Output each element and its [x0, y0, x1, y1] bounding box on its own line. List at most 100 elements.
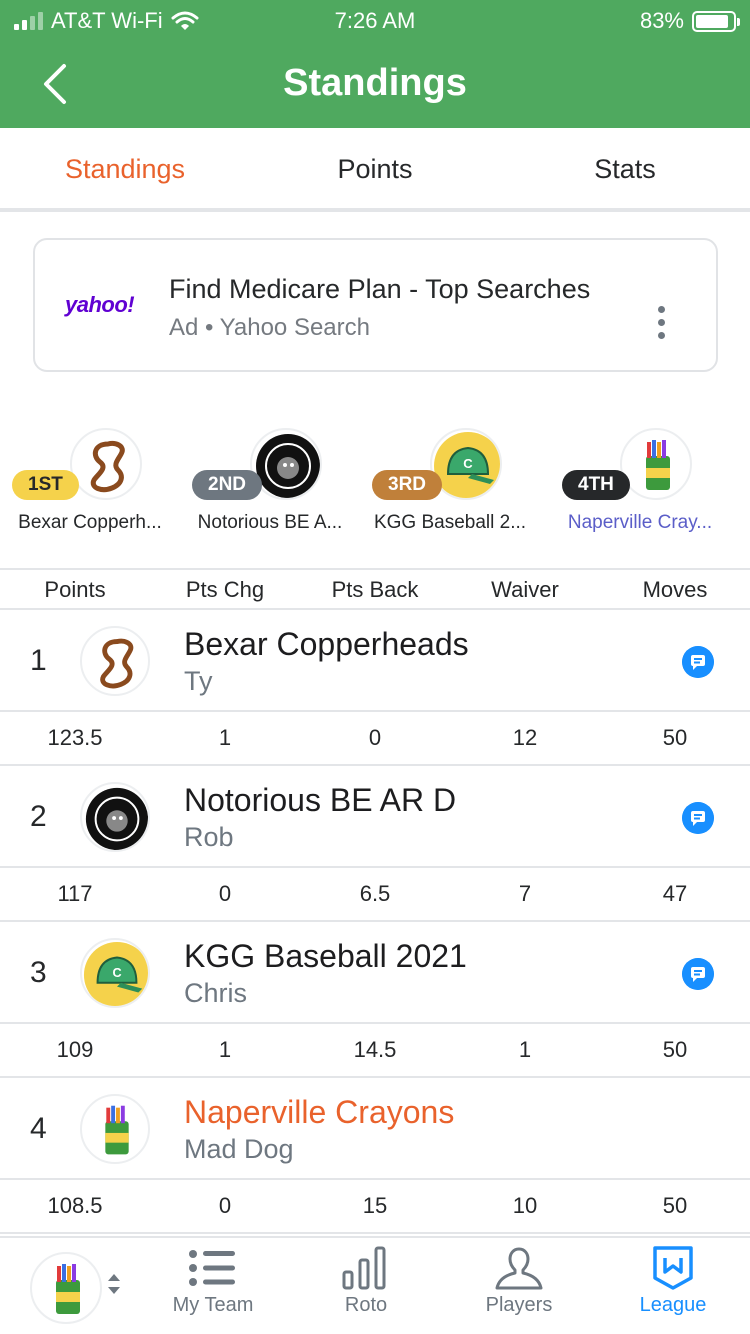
- team-cell[interactable]: 3 C KGG Baseball 2021 Chris: [0, 922, 750, 1024]
- svg-text:C: C: [463, 456, 473, 471]
- rank-badge: 2ND: [192, 470, 263, 500]
- stat-waiver: 12: [512, 725, 538, 750]
- chat-icon[interactable]: [682, 802, 714, 834]
- stat-moves: 50: [662, 1193, 688, 1218]
- column-header[interactable]: Pts Chg: [150, 570, 300, 608]
- podium-team-name: Bexar Copperh...: [18, 512, 162, 533]
- tab-standings[interactable]: Standings: [0, 128, 250, 208]
- stat-moves: 50: [662, 1037, 688, 1062]
- stat-pts-chg: 0: [218, 1193, 232, 1218]
- team-name: Bexar Copperheads: [184, 626, 469, 662]
- team-name: Naperville Crayons: [184, 1094, 455, 1130]
- podium-team-name: KGG Baseball 2...: [373, 512, 527, 533]
- owner-name: Mad Dog: [184, 1134, 294, 1164]
- podium-item[interactable]: 2ND Notorious BE A...: [180, 420, 360, 544]
- stat-points: 123.5: [47, 725, 103, 750]
- team-stats: 117 0 6.5 7 47: [0, 868, 750, 922]
- rank-number: 3: [30, 956, 47, 989]
- team-cell[interactable]: 2 Notorious BE AR D Rob: [0, 766, 750, 868]
- more-options-icon[interactable]: [658, 306, 666, 340]
- standings-row: 1 Bexar Copperheads Ty 123.5 1 0 12 50: [0, 610, 750, 766]
- nav-roto[interactable]: Roto: [301, 1246, 431, 1334]
- stat-moves: 50: [662, 725, 688, 750]
- top-four-podium: 1ST Bexar Copperh... 2ND Notorious BE A.…: [0, 420, 750, 544]
- team-name: KGG Baseball 2021: [184, 938, 467, 974]
- stat-pts-back: 6.5: [359, 881, 391, 906]
- status-bar: AT&T Wi-Fi 7:26 AM 83%: [0, 0, 750, 42]
- sponsored-ad[interactable]: yahoo! Find Medicare Plan - Top Searches…: [33, 238, 718, 372]
- nav-label: My Team: [172, 1294, 254, 1316]
- stat-pts-back: 14.5: [353, 1037, 397, 1062]
- chat-icon[interactable]: [682, 646, 714, 678]
- standings-row: 3 C KGG Baseball 2021 Chris 109 1 14.5 1…: [0, 922, 750, 1078]
- owner-name: Rob: [184, 822, 234, 852]
- rank-number: 4: [30, 1112, 47, 1145]
- ad-subtitle: Ad • Yahoo Search: [169, 314, 370, 341]
- team-stats: 109 1 14.5 1 50: [0, 1024, 750, 1078]
- rank-badge: 3RD: [372, 470, 443, 500]
- app-header: AT&T Wi-Fi 7:26 AM 83% Standings: [0, 0, 750, 128]
- stat-pts-chg: 1: [218, 725, 232, 750]
- standings-row: 4 Naperville Crayons Mad Dog 108.5 0 15 …: [0, 1078, 750, 1234]
- team-name: Notorious BE AR D: [184, 782, 457, 818]
- podium-item[interactable]: 4TH Naperville Cray...: [550, 420, 730, 544]
- column-header[interactable]: Moves: [600, 570, 750, 608]
- snake-logo-icon: [80, 626, 150, 696]
- column-header[interactable]: Pts Back: [300, 570, 450, 608]
- sort-arrows-icon[interactable]: [106, 1272, 122, 1296]
- stat-waiver: 1: [518, 1037, 532, 1062]
- ad-title: Find Medicare Plan - Top Searches: [169, 274, 591, 304]
- rank-number: 1: [30, 644, 47, 677]
- page-title: Standings: [283, 62, 467, 104]
- tab-bar: Standings Points Stats: [0, 128, 750, 212]
- bar-chart-icon: [342, 1246, 386, 1290]
- owner-name: Chris: [184, 978, 248, 1008]
- stat-pts-back: 15: [362, 1193, 388, 1218]
- column-header[interactable]: Points: [0, 570, 150, 608]
- team-cell[interactable]: 4 Naperville Crayons Mad Dog: [0, 1078, 750, 1180]
- league-icon: [653, 1246, 693, 1290]
- list-icon: [189, 1250, 235, 1286]
- battery-percent: 83%: [639, 8, 684, 33]
- team-cell[interactable]: 1 Bexar Copperheads Ty: [0, 610, 750, 712]
- podium-item[interactable]: C 3RD KGG Baseball 2...: [360, 420, 540, 544]
- nav-my-team[interactable]: My Team: [148, 1246, 278, 1334]
- nav-label: League: [639, 1294, 707, 1316]
- team-stats: 108.5 0 15 10 50: [0, 1180, 750, 1234]
- notorious-logo-icon: [80, 782, 150, 852]
- standings-row: 2 Notorious BE AR D Rob 117 0 6.5 7 47: [0, 766, 750, 922]
- stat-points: 108.5: [47, 1193, 103, 1218]
- nav-league[interactable]: League: [608, 1246, 738, 1334]
- stat-points: 109: [56, 1037, 94, 1062]
- podium-team-name: Naperville Cray...: [567, 512, 713, 533]
- cap-logo-icon: C: [80, 938, 150, 1008]
- podium-item[interactable]: 1ST Bexar Copperh...: [0, 420, 180, 544]
- podium-team-name: Notorious BE A...: [197, 512, 343, 533]
- nav-players[interactable]: Players: [454, 1246, 584, 1334]
- tab-stats[interactable]: Stats: [500, 128, 750, 208]
- stat-waiver: 10: [512, 1193, 538, 1218]
- stat-pts-back: 0: [368, 725, 382, 750]
- rank-badge: 4TH: [562, 470, 630, 500]
- battery-icon: [692, 10, 740, 32]
- snake-logo-icon: [70, 428, 142, 500]
- column-header[interactable]: Waiver: [450, 570, 600, 608]
- rank-badge: 1ST: [12, 470, 79, 500]
- svg-text:C: C: [112, 966, 121, 980]
- stat-waiver: 7: [518, 881, 532, 906]
- bottom-nav: My Team Roto Players League: [0, 1236, 750, 1334]
- clock: 7:26 AM: [334, 8, 416, 33]
- stat-pts-chg: 0: [218, 881, 232, 906]
- yahoo-logo: yahoo!: [65, 292, 135, 317]
- chat-icon[interactable]: [682, 958, 714, 990]
- team-switcher-avatar[interactable]: [30, 1252, 102, 1324]
- owner-name: Ty: [184, 666, 213, 696]
- crayons-logo-icon: [80, 1094, 150, 1164]
- nav-label: Roto: [344, 1294, 388, 1316]
- team-stats: 123.5 1 0 12 50: [0, 712, 750, 766]
- nav-label: Players: [485, 1294, 553, 1316]
- person-icon: [495, 1247, 543, 1290]
- stat-pts-chg: 1: [218, 1037, 232, 1062]
- tab-points[interactable]: Points: [250, 128, 500, 208]
- stat-moves: 47: [662, 881, 688, 906]
